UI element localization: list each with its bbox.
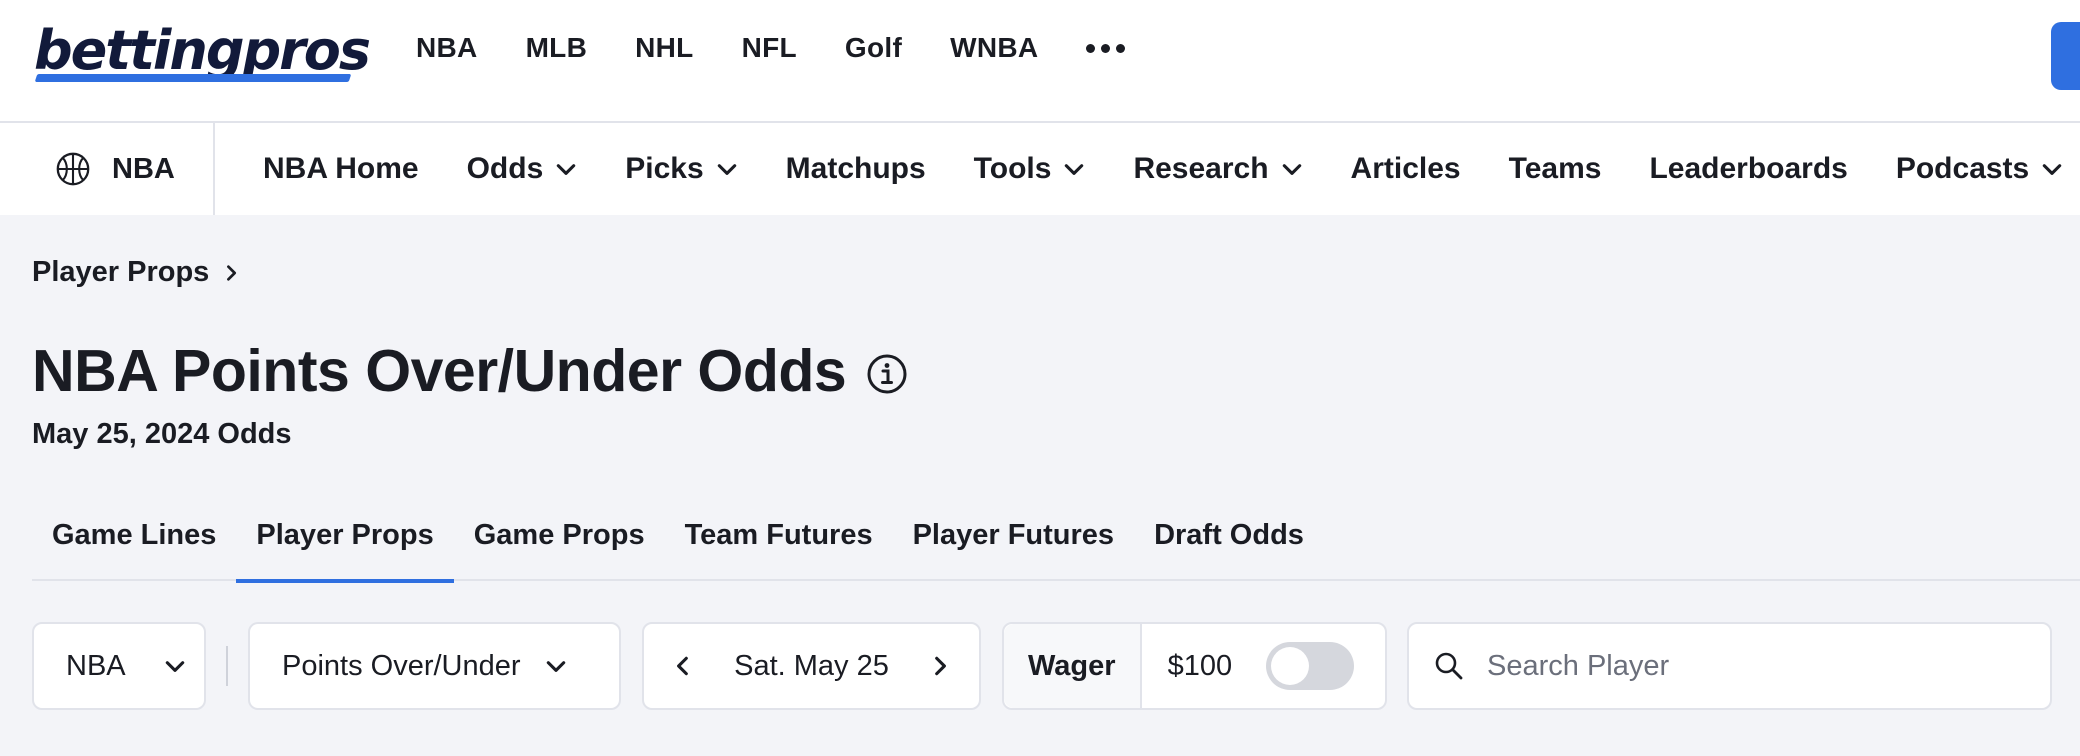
title-row: NBA Points Over/Under Odds <box>32 336 908 406</box>
sport-link-wnba[interactable]: WNBA <box>950 32 1038 64</box>
filter-divider <box>226 646 228 686</box>
logo-underline <box>34 74 352 82</box>
sport-link-nfl[interactable]: NFL <box>742 32 797 64</box>
search-icon <box>1435 652 1463 680</box>
chevron-down-icon <box>1282 164 1301 175</box>
chevron-right-icon <box>227 264 237 281</box>
tab-game-lines[interactable]: Game Lines <box>32 505 236 581</box>
sport-link-mlb[interactable]: MLB <box>526 32 588 64</box>
more-dots-icon[interactable] <box>1086 33 1126 63</box>
subnav-item-label: Tools <box>973 152 1052 185</box>
subnav-item-label: Odds <box>466 152 544 185</box>
chevron-down-icon <box>1065 164 1084 175</box>
tab-draft-odds[interactable]: Draft Odds <box>1134 505 1324 581</box>
subnav-item-articles[interactable]: Articles <box>1351 152 1461 186</box>
info-icon[interactable] <box>866 353 908 395</box>
league-subnav: NBA NBA Home Odds Picks Matchups Tools R… <box>0 123 2080 215</box>
tab-player-futures[interactable]: Player Futures <box>893 505 1134 581</box>
toggle-knob <box>1271 647 1310 685</box>
basketball-icon <box>56 152 90 186</box>
sport-link-nhl[interactable]: NHL <box>635 32 693 64</box>
subnav-item-podcasts[interactable]: Podcasts <box>1896 152 2063 186</box>
subnav-item-label: Picks <box>625 152 704 185</box>
tab-game-props[interactable]: Game Props <box>454 505 665 581</box>
chevron-down-icon <box>2042 164 2062 175</box>
tab-player-props[interactable]: Player Props <box>236 505 455 583</box>
wager-label: Wager <box>1004 624 1142 708</box>
subnav-item-label: Articles <box>1350 152 1461 185</box>
wager-amount[interactable]: $100 <box>1168 650 1233 683</box>
subnav-item-odds[interactable]: Odds <box>467 152 578 186</box>
breadcrumb[interactable]: Player Props <box>32 256 241 289</box>
subnav-item-picks[interactable]: Picks <box>625 152 737 186</box>
subnav-item-label: Teams <box>1508 152 1602 185</box>
chevron-right-icon[interactable] <box>929 655 951 677</box>
sports-nav: NBA MLB NHL NFL Golf WNBA <box>416 32 1126 64</box>
page-subtitle: May 25, 2024 Odds <box>32 418 292 450</box>
date-value: Sat. May 25 <box>734 649 889 682</box>
page-title: NBA Points Over/Under Odds <box>32 338 847 404</box>
market-select-value: Points Over/Under <box>282 649 521 682</box>
chevron-down-icon <box>546 661 565 672</box>
subnav-item-matchups[interactable]: Matchups <box>786 152 926 186</box>
top-navigation: bettingpros NBA MLB NHL NFL Golf WNBA <box>0 0 2080 123</box>
tab-team-futures[interactable]: Team Futures <box>665 505 893 581</box>
date-picker: Sat. May 25 <box>642 622 981 710</box>
league-select[interactable]: NBA <box>32 622 206 710</box>
sport-link-nba[interactable]: NBA <box>416 32 478 64</box>
chevron-down-icon <box>165 661 184 672</box>
subnav-item-research[interactable]: Research <box>1133 152 1302 186</box>
subnav-item-leaderboards[interactable]: Leaderboards <box>1649 152 1847 186</box>
logo-text: bettingpros <box>34 19 371 82</box>
bettingpros-logo[interactable]: bettingpros <box>34 22 371 84</box>
subnav-item-tools[interactable]: Tools <box>974 152 1086 186</box>
subnav-items: NBA Home Odds Picks Matchups Tools Resea… <box>263 123 2063 215</box>
chevron-down-icon <box>717 164 736 175</box>
league-label: NBA <box>112 152 175 185</box>
cta-button[interactable] <box>2051 22 2080 90</box>
league-select-value: NBA <box>66 649 126 682</box>
chevron-left-icon[interactable] <box>672 655 694 677</box>
search-box <box>1407 622 2052 710</box>
sport-link-golf[interactable]: Golf <box>845 32 902 64</box>
breadcrumb-label: Player Props <box>32 256 210 288</box>
subnav-item-nba-home[interactable]: NBA Home <box>263 152 419 186</box>
subnav-item-teams[interactable]: Teams <box>1509 152 1602 186</box>
subnav-item-label: Matchups <box>785 152 926 185</box>
subnav-item-label: Podcasts <box>1895 152 2030 185</box>
market-select[interactable]: Points Over/Under <box>248 622 621 710</box>
league-switcher[interactable]: NBA <box>0 123 215 215</box>
chevron-down-icon <box>557 164 576 175</box>
subnav-item-label: Research <box>1133 152 1269 185</box>
search-player-input[interactable] <box>1487 649 2047 683</box>
subnav-item-label: Leaderboards <box>1649 152 1848 185</box>
odds-tabs: Game Lines Player Props Game Props Team … <box>32 505 2080 583</box>
wager-control: Wager $100 <box>1002 622 1387 710</box>
wager-toggle[interactable] <box>1266 642 1355 690</box>
subnav-item-label: NBA Home <box>263 152 419 185</box>
